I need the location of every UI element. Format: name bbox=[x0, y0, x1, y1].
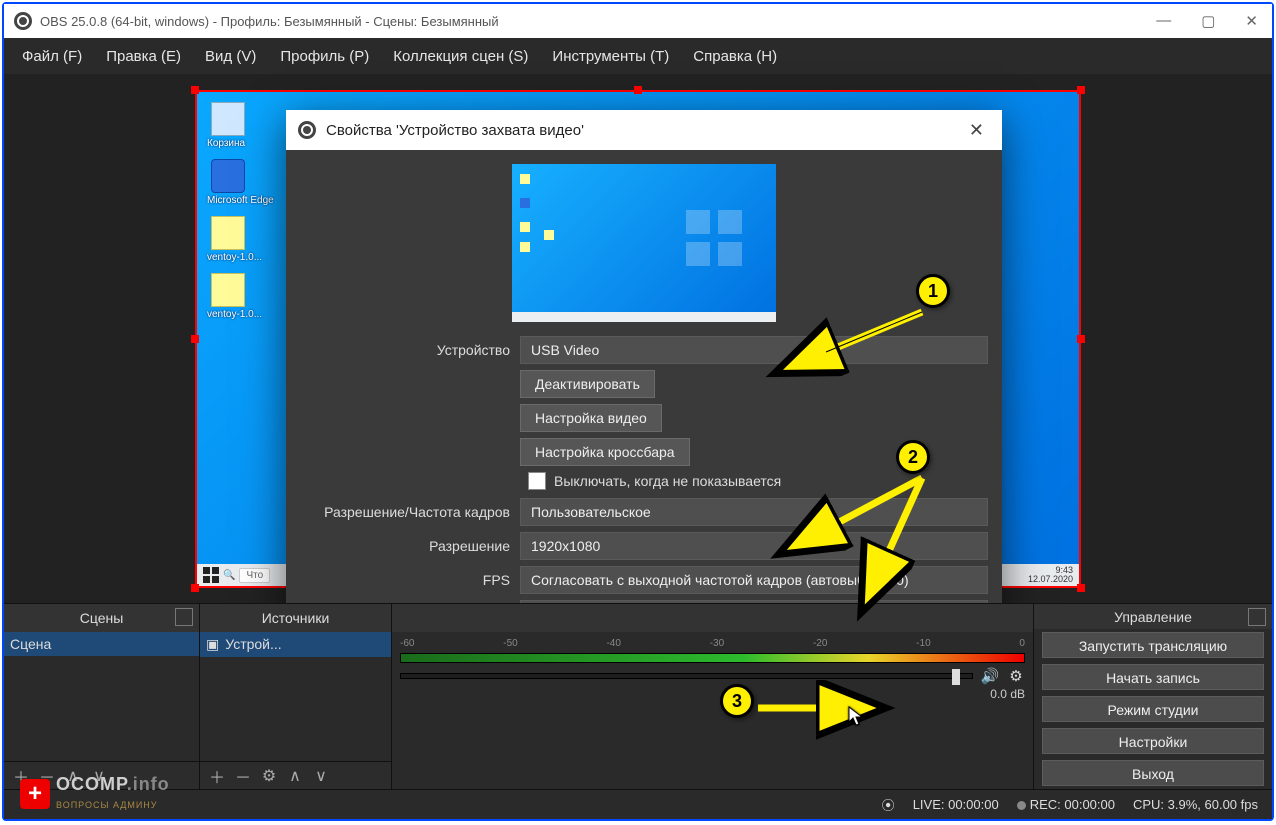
video-config-button[interactable]: Настройка видео bbox=[520, 404, 662, 432]
remove-icon[interactable]: － bbox=[234, 767, 252, 785]
plus-icon: + bbox=[20, 779, 50, 809]
start-streaming-button[interactable]: Запустить трансляцию bbox=[1042, 632, 1264, 658]
crossbar-config-button[interactable]: Настройка кроссбара bbox=[520, 438, 690, 466]
mouse-cursor-icon bbox=[848, 706, 864, 728]
minimize-button[interactable]: — bbox=[1152, 12, 1175, 30]
menu-help[interactable]: Справка (H) bbox=[683, 44, 787, 69]
settings-button[interactable]: Настройки bbox=[1042, 728, 1264, 754]
window-titlebar: OBS 25.0.8 (64-bit, windows) - Профиль: … bbox=[4, 4, 1272, 38]
dialog-close-icon[interactable]: ✕ bbox=[963, 120, 990, 141]
checkbox-label: Выключать, когда не показывается bbox=[554, 473, 781, 489]
dialog-title-text: Свойства 'Устройство захвата видео' bbox=[326, 122, 584, 139]
controls-dock: Управление Запустить трансляцию Начать з… bbox=[1034, 603, 1272, 789]
popout-icon[interactable] bbox=[1248, 608, 1266, 626]
add-icon[interactable]: ＋ bbox=[208, 767, 226, 785]
annotation-1: 1 bbox=[916, 274, 950, 308]
menu-scene-collection[interactable]: Коллекция сцен (S) bbox=[383, 44, 538, 69]
status-live: LIVE: 00:00:00 bbox=[913, 797, 999, 812]
menu-tools[interactable]: Инструменты (T) bbox=[542, 44, 679, 69]
deactivate-button[interactable]: Деактивировать bbox=[520, 370, 655, 398]
status-rec: REC: 00:00:00 bbox=[1030, 797, 1115, 812]
audio-meter bbox=[400, 653, 1025, 663]
scene-item[interactable]: Сцена bbox=[4, 632, 199, 656]
menubar: Файл (F) Правка (E) Вид (V) Профиль (P) … bbox=[4, 38, 1272, 74]
camera-icon: ▣ bbox=[206, 636, 219, 653]
menu-edit[interactable]: Правка (E) bbox=[96, 44, 191, 69]
broadcast-icon: ⦿ bbox=[882, 795, 895, 814]
source-item[interactable]: ▣ Устрой... bbox=[200, 632, 391, 657]
window-title: OBS 25.0.8 (64-bit, windows) - Профиль: … bbox=[40, 14, 499, 29]
disable-when-hidden-checkbox[interactable] bbox=[528, 472, 546, 490]
label-fps: FPS bbox=[300, 572, 510, 588]
exit-button[interactable]: Выход bbox=[1042, 760, 1264, 786]
close-button[interactable]: ✕ bbox=[1241, 12, 1262, 30]
down-icon[interactable]: ∨ bbox=[312, 767, 330, 785]
up-icon[interactable]: ∧ bbox=[286, 767, 304, 785]
menu-file[interactable]: Файл (F) bbox=[12, 44, 92, 69]
gear-icon[interactable]: ⚙ bbox=[1007, 667, 1025, 685]
label-resolution: Разрешение bbox=[300, 538, 510, 554]
start-recording-button[interactable]: Начать запись bbox=[1042, 664, 1264, 690]
volume-slider[interactable] bbox=[400, 673, 973, 679]
scenes-dock: Сцены Сцена ＋ － ∧ ∨ bbox=[4, 603, 200, 789]
status-bar: ⦿ LIVE: 00:00:00 REC: 00:00:00 CPU: 3.9%… bbox=[4, 789, 1272, 819]
popout-icon[interactable] bbox=[175, 608, 193, 626]
device-preview bbox=[512, 164, 776, 322]
annotation-2: 2 bbox=[896, 440, 930, 474]
sources-dock: Источники ▣ Устрой... ＋ － ⚙ ∧ ∨ bbox=[200, 603, 392, 789]
obs-logo-icon bbox=[14, 12, 32, 30]
obs-logo-icon bbox=[298, 121, 316, 139]
watermark-logo: + OCOMP.info ВОПРОСЫ АДМИНУ bbox=[20, 775, 170, 813]
studio-mode-button[interactable]: Режим студии bbox=[1042, 696, 1264, 722]
annotation-3: 3 bbox=[720, 684, 754, 718]
gear-icon[interactable]: ⚙ bbox=[260, 767, 278, 785]
label-res-freq: Разрешение/Частота кадров bbox=[300, 504, 510, 520]
maximize-button[interactable]: ▢ bbox=[1197, 12, 1219, 30]
audio-mixer-dock: -60-50-40-30-20-100 🔊 ⚙ 0.0 dB bbox=[392, 603, 1034, 789]
menu-profile[interactable]: Профиль (P) bbox=[270, 44, 379, 69]
speaker-icon[interactable]: 🔊 bbox=[981, 667, 999, 685]
status-cpu: CPU: 3.9%, 60.00 fps bbox=[1133, 797, 1258, 812]
db-readout: 0.0 dB bbox=[400, 687, 1025, 701]
menu-view[interactable]: Вид (V) bbox=[195, 44, 266, 69]
label-device: Устройство bbox=[300, 342, 510, 358]
